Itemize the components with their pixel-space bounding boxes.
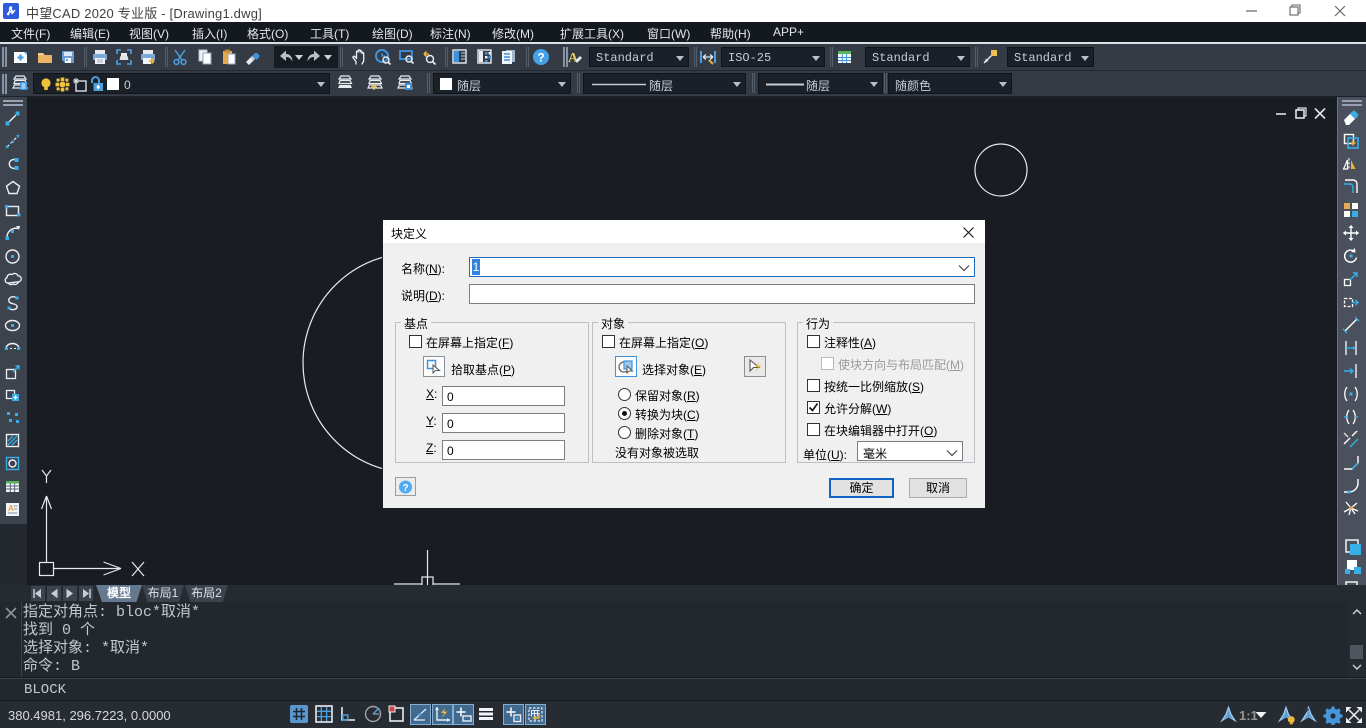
svg-text:A: A [568, 51, 579, 66]
svg-text:?: ? [537, 51, 544, 65]
svg-text:?: ? [402, 483, 408, 494]
svg-text:A: A [8, 504, 14, 513]
